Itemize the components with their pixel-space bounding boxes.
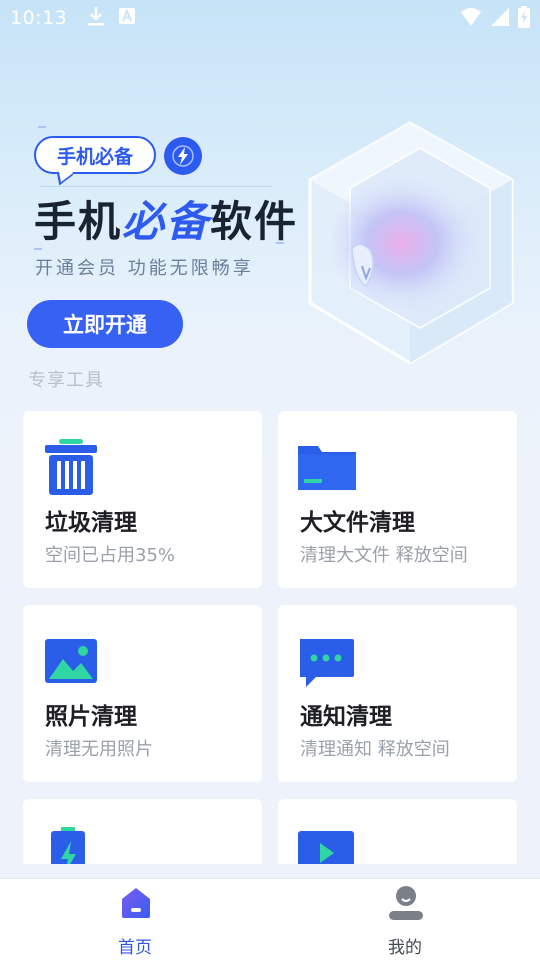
keyboard-a-icon xyxy=(119,7,136,29)
tool-card-notification[interactable]: 通知清理 清理通知 释放空间 xyxy=(278,605,517,782)
open-membership-button[interactable]: 立即开通 xyxy=(27,300,183,348)
status-bar: 10:13 xyxy=(0,0,540,36)
tool-title: 照片清理 xyxy=(45,704,137,730)
tool-desc: 清理大文件 释放空间 xyxy=(300,545,468,566)
tools-grid: 垃圾清理 空间已占用35% 大文件清理 清理大文件 释放空间 照片清理 清理无用… xyxy=(0,400,540,864)
bottom-tab-bar: 首页 我的 xyxy=(0,878,540,960)
promo-title-highlight: 必备 xyxy=(122,197,211,246)
tab-me-label: 我的 xyxy=(388,938,422,958)
cube-illustration-icon xyxy=(300,118,530,378)
tool-card-battery[interactable] xyxy=(23,799,262,864)
trash-bin-icon xyxy=(43,439,103,499)
cell-signal-icon xyxy=(490,7,510,32)
tool-desc: 清理通知 释放空间 xyxy=(300,739,450,760)
tool-desc: 空间已占用35% xyxy=(45,545,176,566)
folder-icon xyxy=(298,439,358,499)
status-right-icons xyxy=(460,6,530,33)
tab-me[interactable]: 我的 xyxy=(270,879,540,960)
home-icon xyxy=(118,885,154,921)
battery-charging-icon xyxy=(518,6,530,33)
promo-title-part2: 软件 xyxy=(210,197,299,246)
promo-tag: 手机必备 xyxy=(34,136,156,174)
tool-card-photo[interactable]: 照片清理 清理无用照片 xyxy=(23,605,262,782)
section-title: 专享工具 xyxy=(28,370,104,391)
user-profile-icon xyxy=(388,885,424,921)
tool-card-large-file[interactable]: 大文件清理 清理大文件 释放空间 xyxy=(278,411,517,588)
message-bubble-icon xyxy=(298,633,358,693)
tool-card-video[interactable] xyxy=(278,799,517,864)
tab-home[interactable]: 首页 xyxy=(0,879,270,960)
tool-title: 通知清理 xyxy=(300,704,392,730)
lightning-icon xyxy=(164,137,202,175)
decor-line xyxy=(38,126,46,128)
promo-title-part1: 手机 xyxy=(34,197,123,246)
status-time: 10:13 xyxy=(10,7,68,29)
tool-desc: 清理无用照片 xyxy=(45,739,153,760)
promo-subtitle: 开通会员 功能无限畅享 xyxy=(35,258,254,279)
tab-home-label: 首页 xyxy=(118,938,152,958)
video-play-icon xyxy=(298,827,358,864)
image-icon xyxy=(43,633,103,693)
tool-card-trash[interactable]: 垃圾清理 空间已占用35% xyxy=(23,411,262,588)
tool-title: 垃圾清理 xyxy=(45,510,137,536)
tool-title: 大文件清理 xyxy=(300,510,415,536)
download-icon xyxy=(87,6,105,31)
decor-line xyxy=(40,186,272,187)
promo-title: 手机必备软件 xyxy=(34,188,298,249)
wifi-icon xyxy=(460,7,482,32)
battery-bolt-icon xyxy=(43,827,103,864)
